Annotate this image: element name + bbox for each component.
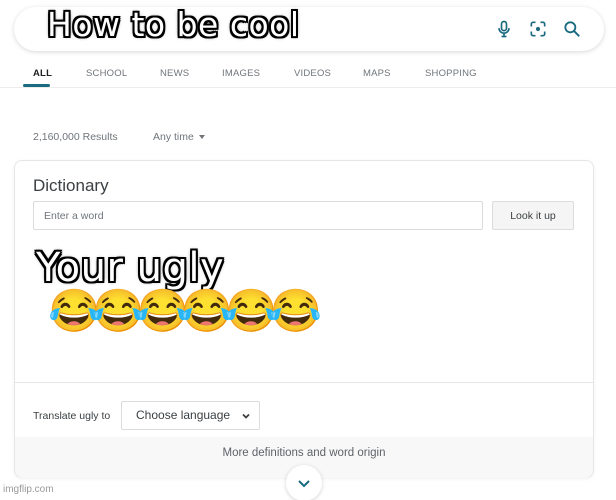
meme-caption: Your ugly bbox=[36, 245, 225, 291]
lens-icon[interactable] bbox=[528, 19, 548, 39]
results-count: 2,160,000 Results bbox=[33, 131, 118, 143]
chevron-down-icon bbox=[298, 480, 310, 488]
tab-school[interactable]: SCHOOL bbox=[86, 68, 127, 79]
more-definitions-link[interactable]: More definitions and word origin bbox=[15, 447, 593, 459]
divider bbox=[15, 382, 593, 383]
caret-down-icon bbox=[198, 135, 205, 140]
tab-news[interactable]: NEWS bbox=[160, 68, 189, 79]
mic-icon[interactable] bbox=[494, 19, 514, 39]
expand-button[interactable] bbox=[286, 465, 322, 500]
search-icon[interactable] bbox=[562, 19, 582, 39]
query-caption: How to be cool bbox=[47, 5, 300, 44]
card-title: Dictionary bbox=[33, 176, 109, 195]
language-select[interactable]: Choose language bbox=[121, 401, 260, 430]
watermark: imgflip.com bbox=[3, 484, 54, 495]
tab-shopping[interactable]: SHOPPING bbox=[425, 68, 477, 79]
tab-all[interactable]: ALL bbox=[33, 68, 52, 79]
word-input[interactable] bbox=[33, 201, 483, 230]
laughing-emoji-row: 😂😂😂😂😂😂 bbox=[48, 287, 322, 334]
time-filter-label: Any time bbox=[153, 131, 194, 143]
chevron-down-icon bbox=[242, 413, 250, 419]
tab-images[interactable]: IMAGES bbox=[222, 68, 260, 79]
search-actions bbox=[494, 19, 582, 39]
search-tabs: ALL SCHOOL NEWS IMAGES VIDEOS MAPS SHOPP… bbox=[0, 60, 616, 88]
look-it-up-button[interactable]: Look it up bbox=[492, 201, 574, 230]
active-tab-indicator bbox=[23, 84, 50, 87]
language-select-value: Choose language bbox=[136, 408, 231, 422]
time-filter-dropdown[interactable]: Any time bbox=[153, 131, 205, 143]
tab-videos[interactable]: VIDEOS bbox=[294, 68, 331, 79]
tab-maps[interactable]: MAPS bbox=[363, 68, 391, 79]
translate-label: Translate ugly to bbox=[33, 410, 111, 422]
